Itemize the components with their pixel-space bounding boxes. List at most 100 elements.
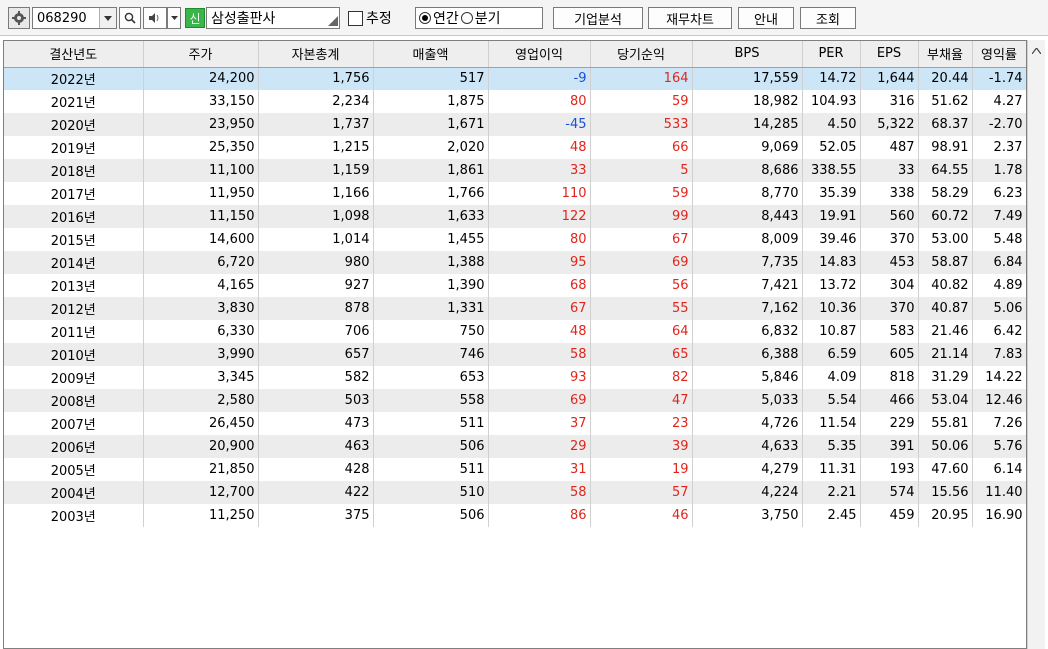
column-header[interactable]: 당기순익 — [590, 41, 693, 68]
table-row[interactable]: 2007년 26,450 473 511 37 23 4,726 11.54 229 55.81 7… — [4, 412, 1026, 435]
table-cell: 11,950 — [143, 182, 259, 205]
column-header[interactable]: 영업이익 — [488, 41, 591, 68]
scroll-up-icon[interactable] — [1031, 46, 1042, 57]
radio-annual-label: 연간 — [433, 11, 459, 27]
financial-table: 결산년도 주가 자본총계 매출액 영업이익 당기순익 BPS PER EPS 부… — [3, 40, 1027, 649]
table-cell: 6.42 — [972, 320, 1026, 343]
table-row[interactable]: 2021년 33,150 2,234 1,875 80 59 18,982 104.93 316… — [4, 90, 1026, 113]
table-row[interactable]: 2009년 3,345 582 653 93 82 5,846 4.09 818 31.29 14.… — [4, 366, 1026, 389]
column-header[interactable]: 결산년도 — [4, 41, 144, 68]
table-cell: -1.74 — [972, 67, 1026, 90]
table-row[interactable]: 2017년 11,950 1,166 1,766 110 59 8,770 35.39 338 5… — [4, 182, 1026, 205]
vertical-scrollbar[interactable] — [1027, 40, 1045, 649]
column-header[interactable]: 매출액 — [373, 41, 489, 68]
table-cell: 64.55 — [918, 159, 973, 182]
table-cell: 65 — [590, 343, 693, 366]
table-row[interactable]: 2008년 2,580 503 558 69 47 5,033 5.54 466 53.04 12.… — [4, 389, 1026, 412]
table-cell: 6.14 — [972, 458, 1026, 481]
table-cell: 583 — [860, 320, 919, 343]
table-cell: 517 — [373, 67, 489, 90]
radio-quarter[interactable] — [460, 12, 473, 24]
radio-annual[interactable] — [419, 12, 431, 24]
query-button[interactable]: 조회 — [800, 7, 856, 29]
table-row[interactable]: 2003년 11,250 375 506 86 46 3,750 2.45 459 20.95 16… — [4, 504, 1026, 527]
financial-chart-button[interactable]: 재무차트 — [648, 7, 732, 29]
table-row[interactable]: 2010년 3,990 657 746 58 65 6,388 6.59 605 21.14 7.8… — [4, 343, 1026, 366]
table-row[interactable]: 2019년 25,350 1,215 2,020 48 66 9,069 52.05 487 98… — [4, 136, 1026, 159]
table-cell: 5,846 — [692, 366, 803, 389]
toolbar: 068290 신 삼성출판사 추정 연간 분기 기업분석 재무차트 안내 조회 — [0, 0, 1048, 36]
table-cell: 511 — [373, 458, 489, 481]
table-cell: 1,215 — [258, 136, 374, 159]
table-row[interactable]: 2018년 11,100 1,159 1,861 33 5 8,686 338.55 33 64.… — [4, 159, 1026, 182]
table-header-row: 결산년도 주가 자본총계 매출액 영업이익 당기순익 BPS PER EPS 부… — [4, 41, 1026, 68]
table-cell: 4,279 — [692, 458, 803, 481]
table-row[interactable]: 2020년 23,950 1,737 1,671 -45 533 14,285 4.50 5,3… — [4, 113, 1026, 136]
table-cell: 35.39 — [802, 182, 861, 205]
table-row[interactable]: 2005년 21,850 428 511 31 19 4,279 11.31 193 47.60 6… — [4, 458, 1026, 481]
table-cell: 52.05 — [802, 136, 861, 159]
table-cell: 1,166 — [258, 182, 374, 205]
resize-grip-icon — [328, 16, 338, 26]
company-analysis-button[interactable]: 기업분석 — [553, 7, 643, 29]
financial-summary-window: 068290 신 삼성출판사 추정 연간 분기 기업분석 재무차트 안내 조회 … — [0, 0, 1048, 649]
table-cell: 1,388 — [373, 251, 489, 274]
table-cell: 304 — [860, 274, 919, 297]
table-row[interactable]: 2004년 12,700 422 510 58 57 4,224 2.21 574 15.56 11… — [4, 481, 1026, 504]
year-cell: 2014년 — [4, 251, 144, 274]
table-cell: 1,390 — [373, 274, 489, 297]
table-row[interactable]: 2014년 6,720 980 1,388 95 69 7,735 14.83 453 58.87… — [4, 251, 1026, 274]
year-cell: 2010년 — [4, 343, 144, 366]
table-cell: 1,875 — [373, 90, 489, 113]
table-cell: 20.44 — [918, 67, 973, 90]
table-cell: 8,009 — [692, 228, 803, 251]
table-cell: 4.50 — [802, 113, 861, 136]
table-cell: 2.21 — [802, 481, 861, 504]
table-cell: 68 — [488, 274, 591, 297]
table-row[interactable]: 2011년 6,330 706 750 48 64 6,832 10.87 583 21.46 6.… — [4, 320, 1026, 343]
gear-button[interactable] — [8, 7, 30, 29]
estimate-label: 추정 — [366, 11, 392, 27]
table-cell: 69 — [488, 389, 591, 412]
table-cell: -45 — [488, 113, 591, 136]
column-header[interactable]: BPS — [692, 41, 803, 68]
column-header[interactable]: EPS — [860, 41, 919, 68]
chevron-down-icon[interactable] — [99, 8, 116, 28]
table-cell: 31 — [488, 458, 591, 481]
table-cell: 18,982 — [692, 90, 803, 113]
table-cell: 82 — [590, 366, 693, 389]
table-row[interactable]: 2012년 3,830 878 1,331 67 55 7,162 10.36 370 40.87… — [4, 297, 1026, 320]
column-header[interactable]: 부채율 — [918, 41, 973, 68]
table-cell: 59 — [590, 90, 693, 113]
table-row[interactable]: 2006년 20,900 463 506 29 39 4,633 5.35 391 50.06 5.… — [4, 435, 1026, 458]
column-header[interactable]: PER — [802, 41, 861, 68]
table-cell: 9,069 — [692, 136, 803, 159]
column-header[interactable]: 자본총계 — [258, 41, 374, 68]
estimate-checkbox[interactable]: 추정 — [348, 7, 392, 29]
table-cell: 14.83 — [802, 251, 861, 274]
checkbox-box[interactable] — [348, 10, 363, 26]
table-row[interactable]: 2016년 11,150 1,098 1,633 122 99 8,443 19.91 560 6… — [4, 205, 1026, 228]
table-cell: 80 — [488, 90, 591, 113]
speaker-button[interactable] — [143, 7, 167, 29]
period-radio-group: 연간 분기 — [415, 7, 543, 29]
table-cell: 506 — [373, 504, 489, 527]
company-name-field[interactable]: 삼성출판사 — [206, 7, 340, 29]
table-row[interactable]: 2015년 14,600 1,014 1,455 80 67 8,009 39.46 370 53… — [4, 228, 1026, 251]
table-row[interactable]: 2022년 24,200 1,756 517 -9 164 17,559 14.72 1,644… — [4, 67, 1026, 90]
info-button[interactable]: 안내 — [738, 7, 794, 29]
speaker-dropdown[interactable] — [167, 7, 181, 29]
table-cell: 66 — [590, 136, 693, 159]
table-cell: 31.29 — [918, 366, 973, 389]
year-cell: 2017년 — [4, 182, 144, 205]
table-cell: 51.62 — [918, 90, 973, 113]
table-cell: 46 — [590, 504, 693, 527]
table-row[interactable]: 2013년 4,165 927 1,390 68 56 7,421 13.72 304 40.82… — [4, 274, 1026, 297]
table-cell: 428 — [258, 458, 374, 481]
column-header[interactable]: 영익률 — [972, 41, 1026, 68]
table-cell: 23,950 — [143, 113, 259, 136]
column-header[interactable]: 주가 — [143, 41, 259, 68]
new-listing-badge: 신 — [185, 8, 205, 28]
search-button[interactable] — [119, 7, 141, 29]
stock-code-input[interactable]: 068290 — [32, 7, 117, 29]
